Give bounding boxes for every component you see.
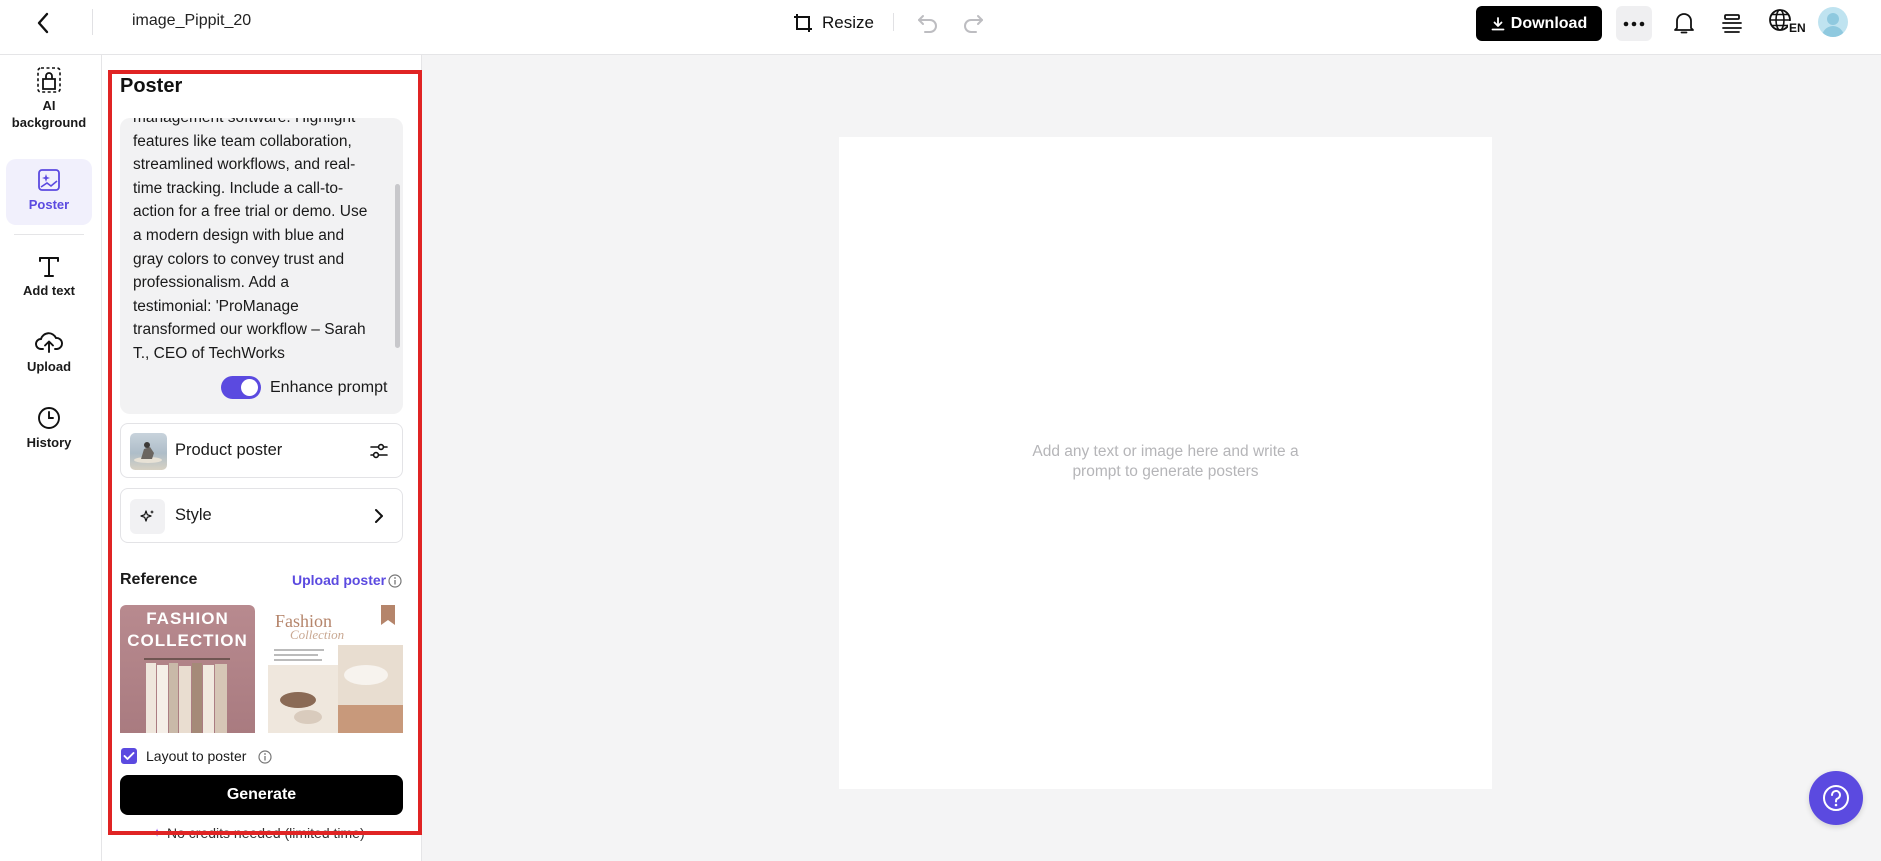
nav-label: Poster [28,197,70,212]
layers-icon [1722,14,1742,33]
language-button[interactable]: EN [1768,8,1807,38]
redo-icon [964,15,983,33]
divider [893,13,894,31]
prompt-text[interactable]: management software. Highlight features … [133,118,388,366]
help-button[interactable] [1809,771,1863,825]
poster-icon [37,165,61,195]
info-icon[interactable] [258,750,272,764]
question-icon [1823,785,1849,811]
download-icon [1491,16,1505,30]
nav-label: Add text [23,283,75,298]
resize-label: Resize [822,13,874,32]
credits-note: No credits needed (limited time) [167,825,365,841]
upload-poster-link[interactable]: Upload poster [292,572,386,588]
more-options-button[interactable] [1616,6,1652,41]
prompt-textarea[interactable]: management software. Highlight features … [120,118,403,414]
resize-button[interactable]: Resize [792,10,874,36]
chevron-left-icon [37,12,49,34]
style-option[interactable]: Style [120,488,403,543]
enhance-prompt-label: Enhance prompt [270,379,388,396]
language-code: EN [1788,21,1807,35]
nav-item-ai-background[interactable]: AI background [6,65,92,151]
reference-poster-fashion-2[interactable]: Fashion Collection [268,605,403,733]
nav-item-add-text[interactable]: Add text [6,251,92,311]
generate-button[interactable]: Generate [120,775,403,815]
redo-button[interactable] [960,10,986,36]
notifications-button[interactable] [1670,9,1698,37]
bell-icon [1674,13,1694,34]
divider [92,9,93,35]
sparkle-icon: ✦ [152,826,163,840]
upload-cloud-icon [35,327,63,357]
nav-item-upload[interactable]: Upload [6,327,92,387]
avatar[interactable] [1818,7,1848,37]
download-label: Download [1510,14,1588,32]
sliders-icon[interactable] [368,440,390,462]
reference-label: Reference [120,571,198,588]
divider [14,234,84,235]
layout-to-poster-checkbox[interactable] [121,748,137,764]
info-icon[interactable] [388,574,402,588]
document-title[interactable]: image_Pippit_20 [132,12,251,30]
panel-title: Poster [120,75,183,97]
nav-item-poster[interactable]: Poster [6,159,92,225]
user-icon [1822,13,1844,37]
resize-icon [794,14,812,32]
reference-poster-fashion-1[interactable]: FASHION COLLECTION [120,605,255,733]
layers-button[interactable] [1718,9,1746,37]
enhance-prompt-toggle[interactable] [221,376,261,399]
text-icon [37,251,61,281]
nav-label: History [26,435,72,450]
layout-to-poster-label: Layout to poster [146,748,247,764]
download-button[interactable]: Download [1476,6,1602,41]
undo-button[interactable] [915,10,941,36]
checkmark-icon [123,752,135,760]
top-bar: image_Pippit_20 Resize Download EN [0,0,1881,55]
nav-label: AI background [11,98,87,130]
nav-label: Upload [26,359,72,374]
product-poster-thumbnail [130,433,167,470]
chevron-right-icon [368,505,390,527]
shoes-image [268,605,403,733]
back-button[interactable] [30,10,56,36]
prompt-scrollbar[interactable] [395,184,400,348]
clothes-rack-image [144,658,230,733]
poster-canvas[interactable]: Add any text or image here and write a p… [839,137,1492,789]
ai-background-icon [36,65,62,95]
undo-icon [918,15,937,33]
clock-icon [37,403,61,433]
nav-item-history[interactable]: History [6,403,92,463]
canvas-placeholder: Add any text or image here and write a p… [1032,443,1299,480]
more-horizontal-icon [1623,21,1645,26]
style-label: Style [175,506,212,524]
product-poster-option[interactable]: Product poster [120,423,403,478]
product-poster-label: Product poster [175,441,283,459]
sparkle-icon [130,499,165,534]
left-navigation: AI background Poster Add text Upload His… [0,55,102,861]
